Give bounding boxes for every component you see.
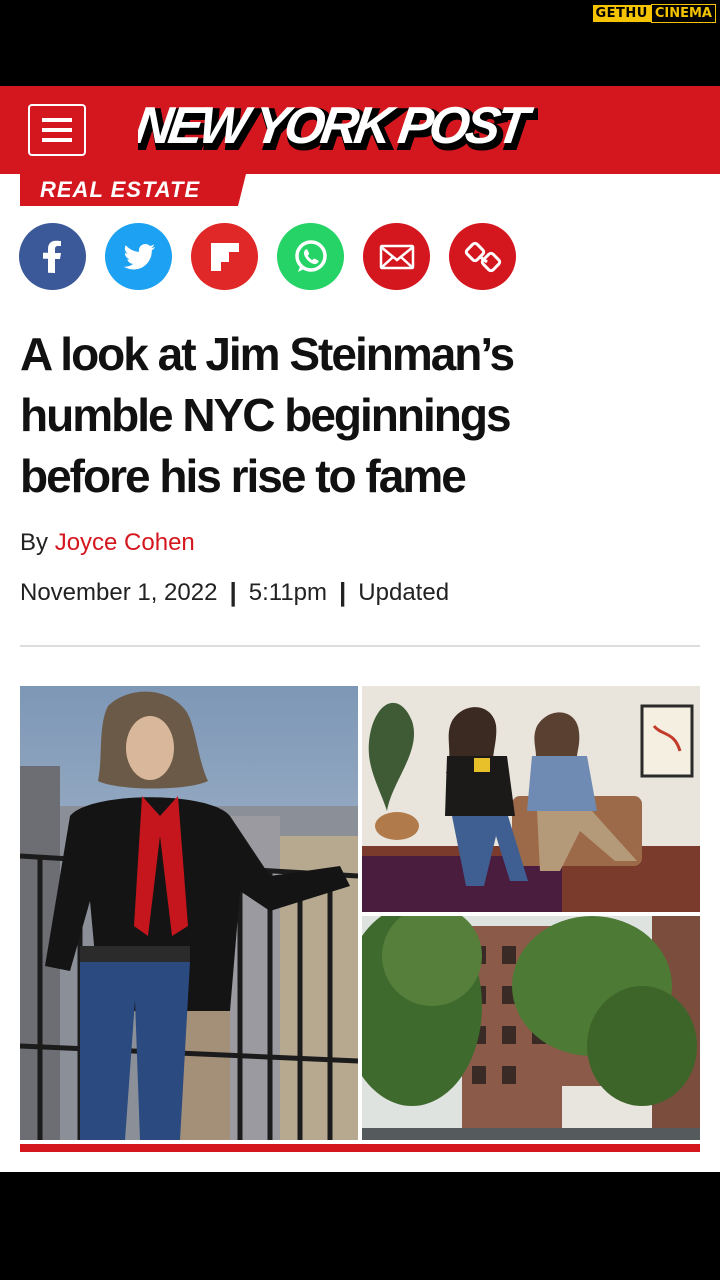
link-icon[interactable] <box>449 223 516 290</box>
flipboard-icon[interactable] <box>191 223 258 290</box>
watermark-part1: GETHU <box>592 5 651 22</box>
publish-date: November 1, 2022 <box>20 578 218 606</box>
section-tag[interactable]: REAL ESTATE <box>20 174 246 206</box>
mail-icon[interactable] <box>363 223 430 290</box>
photo-street[interactable] <box>362 916 700 1140</box>
headline-line-3: before his rise to fame <box>20 450 467 502</box>
headline-line-2: humble NYC beginnings <box>20 389 512 441</box>
byline: By Joyce Cohen <box>20 529 195 557</box>
twitter-icon[interactable] <box>105 223 172 290</box>
section-label: REAL ESTATE <box>40 177 201 202</box>
publish-time: 5:11pm <box>248 578 328 606</box>
site-header: NEW YORK POST NEW YORK POST <box>0 86 720 174</box>
dateline: November 1, 2022 | 5:11pm | Updated <box>20 577 449 608</box>
divider <box>20 645 700 647</box>
facebook-icon[interactable] <box>19 223 86 290</box>
whatsapp-icon[interactable] <box>277 223 344 290</box>
accent-bar <box>20 1144 700 1152</box>
author-link[interactable]: Joyce Cohen <box>55 529 195 556</box>
logo-text: NEW YORK POST <box>138 97 536 155</box>
photo-balcony[interactable] <box>20 686 358 1140</box>
share-bar <box>19 223 535 290</box>
watermark: GETHU CINEMA <box>592 4 716 23</box>
date-separator: | <box>229 577 237 607</box>
headline-line-1: A look at Jim Steinman’s <box>20 328 515 380</box>
updated-label: Updated <box>358 578 450 606</box>
time-separator: | <box>339 577 347 607</box>
watermark-part2: CINEMA <box>650 4 716 23</box>
byline-prefix: By <box>20 529 49 556</box>
photo-living-room[interactable] <box>362 686 700 912</box>
hamburger-menu-icon[interactable] <box>28 104 86 156</box>
site-logo[interactable]: NEW YORK POST NEW YORK POST <box>138 92 538 164</box>
article-headline: A look at Jim Steinman’s humble NYC begi… <box>20 324 710 507</box>
article-page: NEW YORK POST NEW YORK POST REAL ESTATE … <box>0 86 720 1172</box>
